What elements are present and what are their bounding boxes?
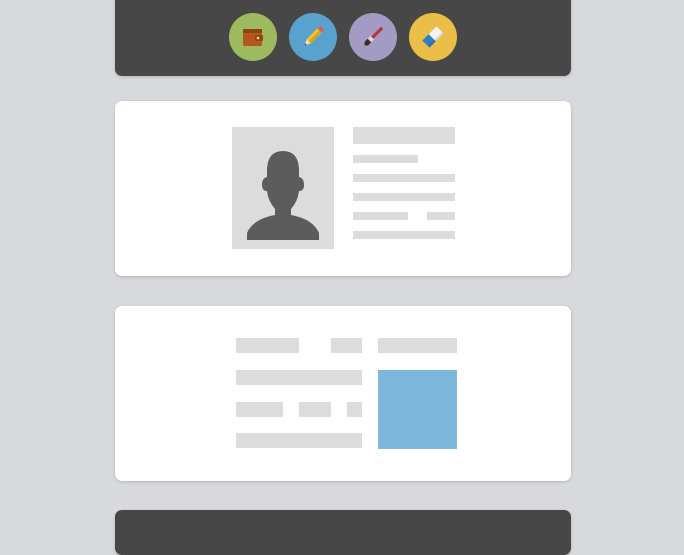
pencil-tool-button[interactable] <box>289 13 337 61</box>
wallet-tool-button[interactable] <box>229 13 277 61</box>
layout-bar-8 <box>236 433 362 448</box>
avatar-placeholder <box>232 127 334 249</box>
profile-line-5 <box>353 231 455 239</box>
paintbrush-tool-button[interactable] <box>349 13 397 61</box>
eraser-tool-button[interactable] <box>409 13 457 61</box>
layout-bar-2 <box>331 338 362 353</box>
profile-line-3 <box>353 193 455 201</box>
profile-name-placeholder <box>353 127 455 144</box>
bottom-panel <box>115 510 571 555</box>
image-placeholder <box>378 370 457 449</box>
layout-bar-7 <box>347 402 362 417</box>
eraser-icon <box>422 26 444 48</box>
person-silhouette-icon <box>247 151 319 240</box>
profile-line-4a <box>353 212 408 220</box>
wallet-icon <box>243 29 263 46</box>
layout-bar-3 <box>378 338 457 353</box>
profile-line-1 <box>353 155 418 163</box>
toolbar-panel <box>115 0 571 76</box>
layout-bar-6 <box>299 402 331 417</box>
paintbrush-icon <box>364 26 384 46</box>
profile-line-2 <box>353 174 455 182</box>
layout-card <box>115 306 571 481</box>
layout-bar-5 <box>236 402 283 417</box>
layout-bar-1 <box>236 338 299 353</box>
profile-card <box>115 101 571 276</box>
pencil-icon <box>304 25 325 46</box>
layout-bar-4 <box>236 370 362 385</box>
profile-line-4b <box>427 212 455 220</box>
